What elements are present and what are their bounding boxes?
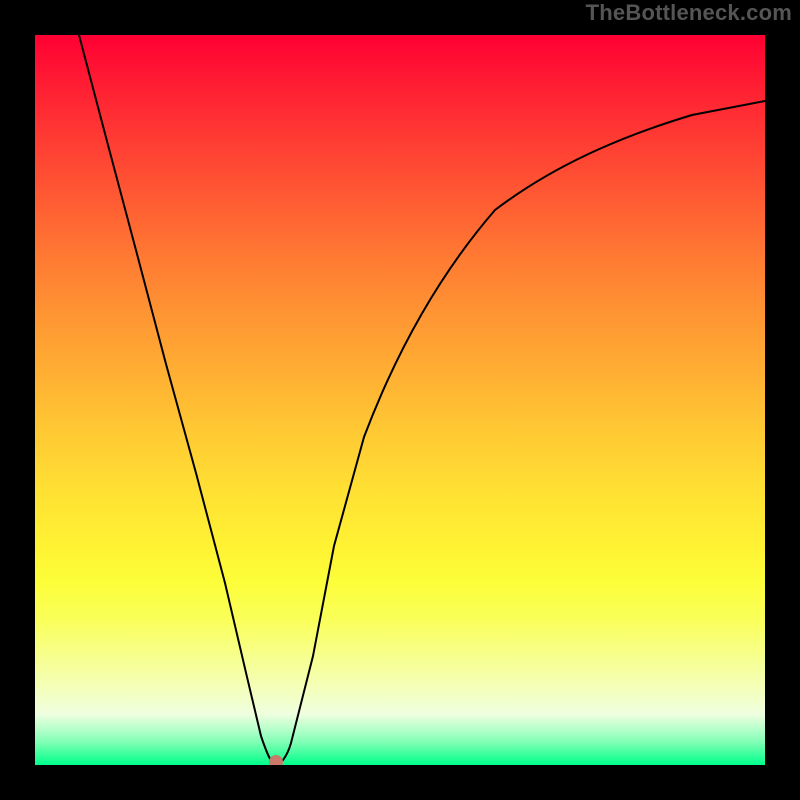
watermark-label: TheBottleneck.com: [586, 2, 792, 24]
curve-svg: [35, 35, 765, 765]
plot-area: [35, 35, 765, 765]
chart-root: TheBottleneck.com: [0, 0, 800, 800]
optimal-point-marker: [269, 755, 283, 765]
bottleneck-curve: [79, 35, 765, 765]
